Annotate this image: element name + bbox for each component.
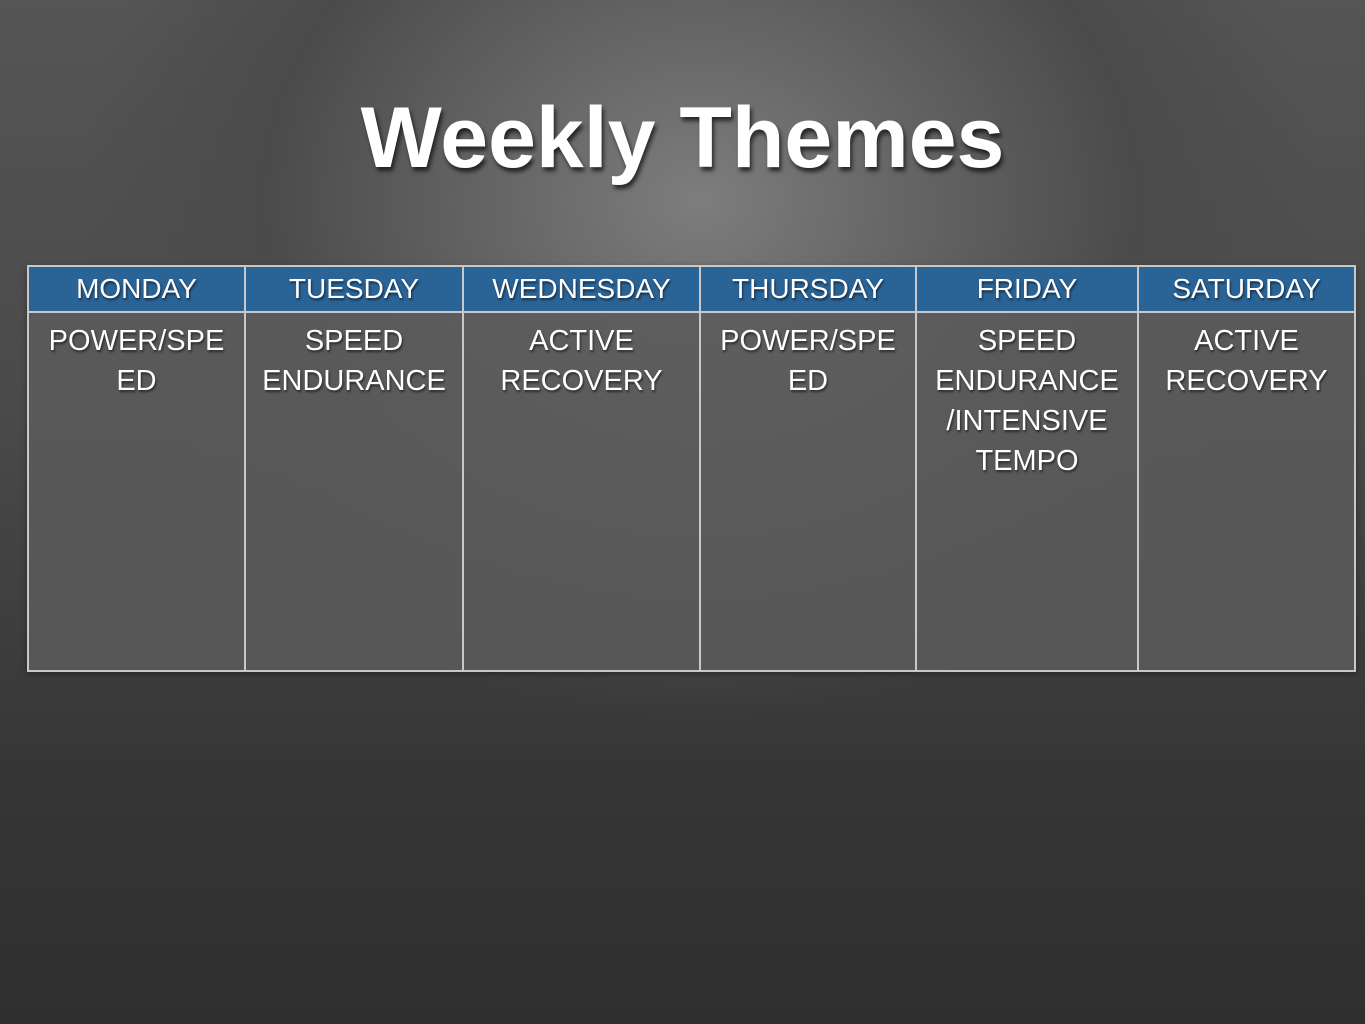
header-tuesday: TUESDAY: [244, 265, 464, 313]
theme-cell-tuesday: SPEED ENDURANCE: [244, 311, 464, 672]
weekly-themes-table: MONDAY TUESDAY WEDNESDAY THURSDAY FRIDAY…: [27, 265, 1356, 672]
slide: Weekly Themes MONDAY TUESDAY WEDNESDAY T…: [0, 0, 1365, 1024]
header-monday: MONDAY: [27, 265, 246, 313]
theme-line: ED: [116, 365, 157, 397]
theme-line: RECOVERY: [1165, 365, 1328, 397]
header-row: MONDAY TUESDAY WEDNESDAY THURSDAY FRIDAY…: [27, 265, 1356, 313]
theme-line: /INTENSIVE: [946, 405, 1108, 437]
theme-line: ACTIVE: [1194, 325, 1299, 357]
theme-row: POWER/SPE ED SPEED ENDURANCE ACTIVE RECO…: [27, 311, 1356, 672]
theme-line: RECOVERY: [500, 365, 663, 397]
theme-line: POWER/SPE: [48, 325, 225, 357]
header-thursday: THURSDAY: [699, 265, 917, 313]
theme-line: ACTIVE: [529, 325, 634, 357]
theme-line: SPEED: [304, 325, 404, 357]
theme-line: TEMPO: [975, 445, 1079, 477]
slide-title: Weekly Themes: [360, 90, 1005, 186]
theme-cell-wednesday: ACTIVE RECOVERY: [462, 311, 701, 672]
theme-line: ENDURANCE: [935, 365, 1119, 397]
header-saturday: SATURDAY: [1137, 265, 1356, 313]
theme-cell-thursday: POWER/SPE ED: [699, 311, 917, 672]
theme-cell-saturday: ACTIVE RECOVERY: [1137, 311, 1356, 672]
theme-cell-friday: SPEED ENDURANCE /INTENSIVE TEMPO: [915, 311, 1139, 672]
theme-line: SPEED: [977, 325, 1077, 357]
header-friday: FRIDAY: [915, 265, 1139, 313]
header-wednesday: WEDNESDAY: [462, 265, 701, 313]
theme-cell-monday: POWER/SPE ED: [27, 311, 246, 672]
theme-line: POWER/SPE: [720, 325, 896, 357]
theme-line: ENDURANCE: [262, 365, 446, 397]
theme-line: ED: [787, 365, 829, 397]
